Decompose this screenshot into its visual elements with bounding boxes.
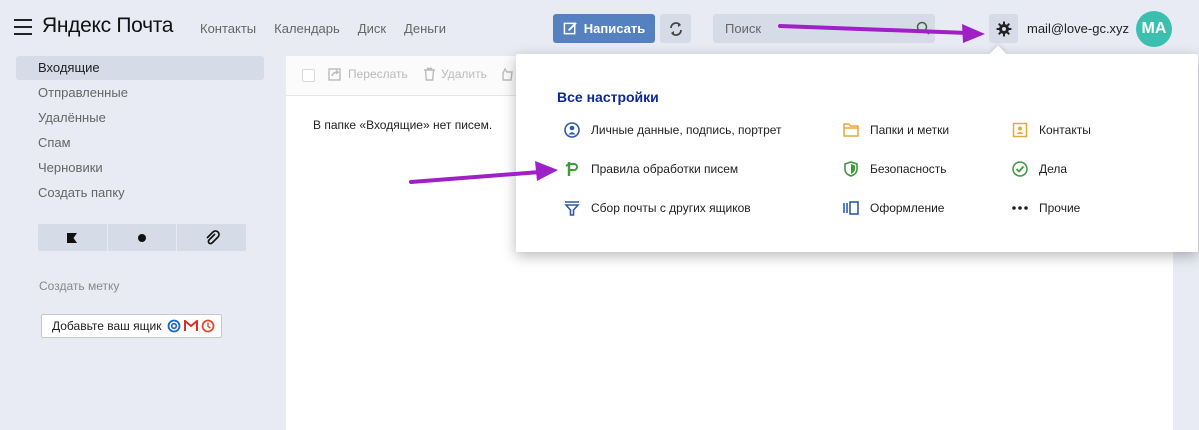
logo[interactable]: Яндекс Почта [42,14,173,38]
filter-flagged[interactable] [38,224,108,251]
nav-link-disk[interactable]: Диск [358,21,386,36]
nav-link-contacts[interactable]: Контакты [200,21,256,36]
settings-item-personal[interactable]: Личные данные, подпись, портрет [563,121,782,139]
search-input[interactable] [713,14,935,43]
settings-item-folders[interactable]: Папки и метки [842,121,949,139]
compose-button[interactable]: Написать [553,14,655,43]
forward-button[interactable]: Переслать [328,67,408,81]
settings-item-label: Прочие [1039,201,1081,215]
settings-item-label: Оформление [870,201,945,215]
search-icon[interactable] [916,21,930,35]
forward-label: Переслать [348,67,408,81]
account-email[interactable]: mail@love-gc.xyz [1027,21,1129,36]
dot-icon [137,233,147,243]
rambler-icon [201,319,215,333]
header: Яндекс Почта Контакты Календарь Диск Ден… [0,0,1199,56]
funnel-icon [563,199,581,217]
folder-spam[interactable]: Спам [16,131,264,155]
settings-item-label: Контакты [1039,123,1091,137]
settings-item-label: Личные данные, подпись, портрет [591,123,782,137]
settings-item-label: Дела [1039,162,1068,176]
folder-deleted[interactable]: Удалённые [16,106,264,130]
settings-dropdown: Все настройки Личные данные, подпись, по… [516,45,1198,252]
select-all-checkbox[interactable] [302,69,315,82]
folder-icon [842,121,860,139]
top-nav: Контакты Календарь Диск Деньги [200,21,446,36]
trash-icon [423,67,436,81]
filter-unread[interactable] [108,224,178,251]
avatar[interactable]: MA [1136,11,1172,47]
shield-icon [842,160,860,178]
nav-link-money[interactable]: Деньги [404,21,446,36]
compose-label: Написать [583,21,646,36]
settings-item-other[interactable]: Прочие [1011,199,1080,217]
settings-item-label: Сбор почты с других ящиков [591,201,751,215]
mailru-icon [167,319,181,333]
contacts-icon [1011,121,1029,139]
flag-icon [66,232,78,244]
delete-label: Удалить [441,67,487,81]
search-box [713,14,935,43]
add-mailbox-button[interactable]: Добавьте ваш ящик [41,314,222,338]
create-folder-link[interactable]: Создать папку [16,181,264,205]
gear-icon [996,21,1012,37]
forward-icon [328,67,343,81]
theme-icon [842,199,860,217]
folder-sent[interactable]: Отправленные [16,81,264,105]
all-settings-link[interactable]: Все настройки [557,89,659,105]
settings-item-rules[interactable]: Правила обработки писем [563,160,738,178]
rules-icon [563,160,581,178]
settings-item-collectors[interactable]: Сбор почты с других ящиков [563,199,751,217]
create-label-link[interactable]: Создать метку [39,279,119,293]
settings-button[interactable] [989,14,1018,43]
settings-item-appearance[interactable]: Оформление [842,199,944,217]
settings-item-todo[interactable]: Дела [1011,160,1067,178]
paperclip-icon [204,229,220,246]
delete-button[interactable]: Удалить [423,67,487,81]
hand-icon [500,67,514,81]
nav-link-calendar[interactable]: Календарь [274,21,340,36]
menu-icon[interactable] [14,19,32,35]
gmail-icon [184,320,199,332]
filter-bar [38,224,246,251]
settings-item-security[interactable]: Безопасность [842,160,947,178]
refresh-button[interactable] [660,14,691,43]
empty-folder-message: В папке «Входящие» нет писем. [313,118,493,132]
folder-inbox[interactable]: Входящие [16,56,264,80]
more-icon [1011,199,1029,217]
not-spam-button[interactable] [500,67,514,81]
folder-drafts[interactable]: Черновики [16,156,264,180]
refresh-icon [668,21,684,37]
settings-item-label: Папки и метки [870,123,950,137]
settings-item-label: Безопасность [870,162,947,176]
add-mailbox-label: Добавьте ваш ящик [52,319,162,333]
filter-attachments[interactable] [177,224,246,251]
person-icon [563,121,581,139]
settings-item-contacts[interactable]: Контакты [1011,121,1091,139]
compose-icon [563,21,578,36]
check-circle-icon [1011,160,1029,178]
settings-item-label: Правила обработки писем [591,162,739,176]
